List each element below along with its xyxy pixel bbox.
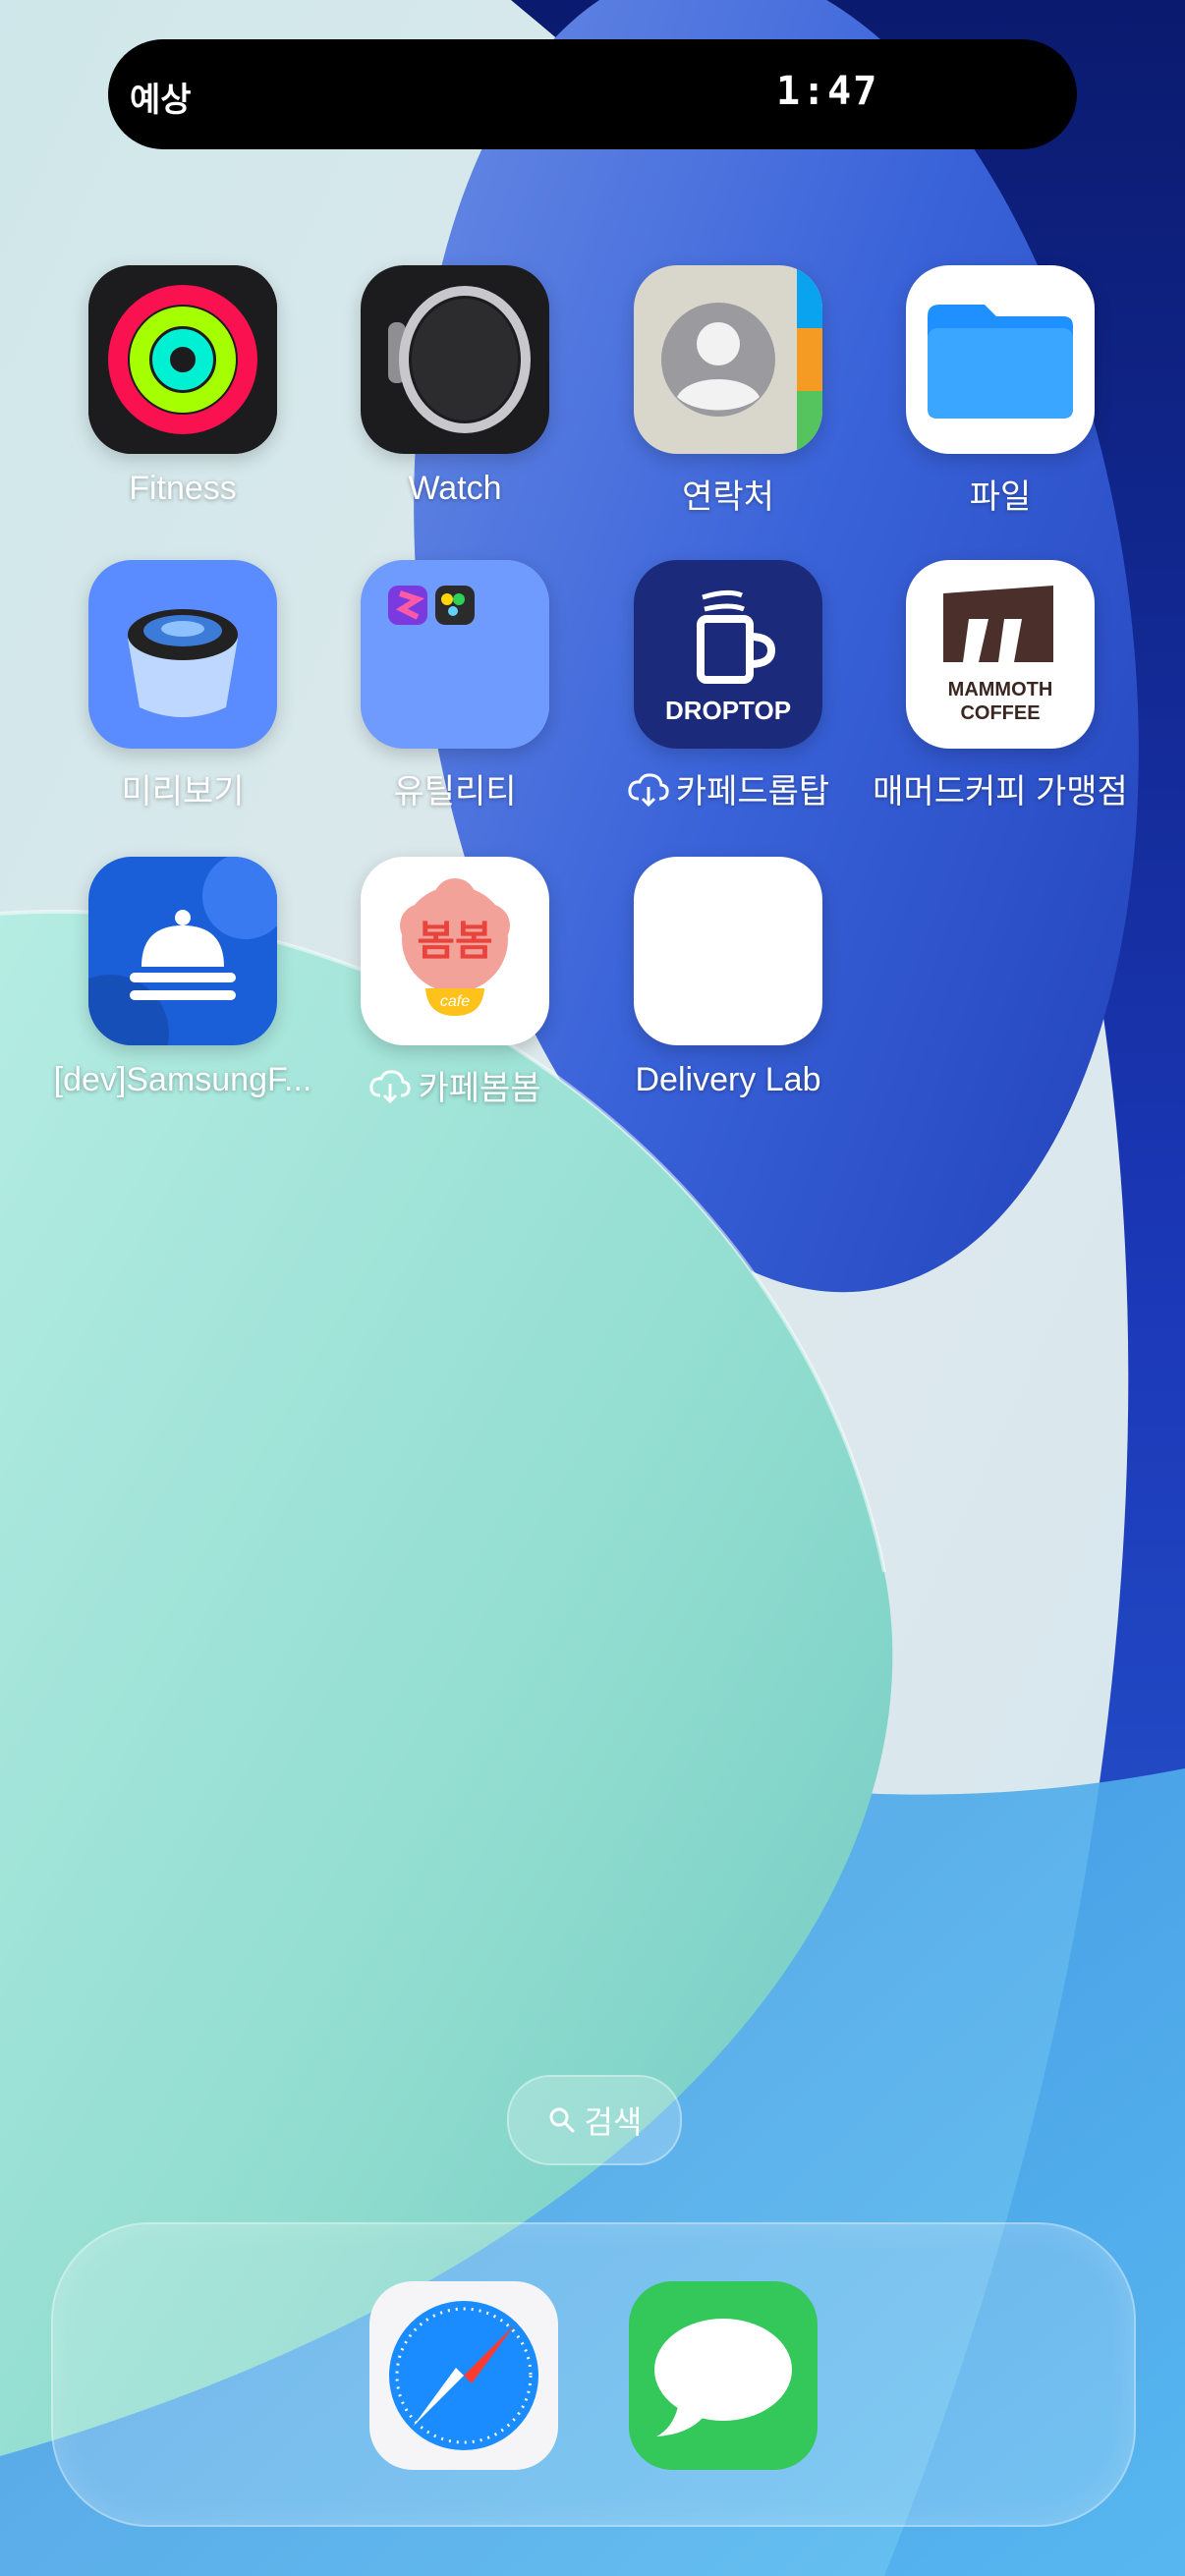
spotlight-search-button[interactable]: 검색 — [507, 2075, 682, 2165]
folder-icon — [906, 265, 1095, 454]
preview-loupe-icon — [88, 560, 277, 749]
app-label: Fitness — [129, 470, 237, 507]
app-label: Delivery Lab — [635, 1061, 821, 1098]
search-icon — [549, 2107, 575, 2133]
bombom-wordmark: 봄봄 — [417, 917, 492, 965]
app-label: 미리보기 — [121, 773, 245, 811]
app-preview[interactable]: 미리보기 — [55, 560, 310, 812]
search-label: 검색 — [584, 2104, 643, 2140]
app-label: 카페봄봄 — [418, 1070, 541, 1107]
droptop-cup-icon: DROPTOP — [634, 560, 822, 749]
app-label: Watch — [408, 470, 502, 507]
app-samsungf[interactable]: [dev]SamsungF... — [53, 857, 312, 1099]
mammoth-wordmark-2: COFFEE — [960, 702, 1040, 724]
app-utilities-folder[interactable]: 유틸리티 — [327, 560, 583, 812]
app-label: 매머드커피 가맹점 — [873, 773, 1128, 811]
safari-compass-icon — [369, 2281, 558, 2470]
status-bar: 예상 1:47 — [108, 39, 1077, 149]
app-bombom[interactable]: 봄봄 cafe 카페봄봄 — [327, 857, 583, 1109]
app-watch[interactable]: Watch — [327, 265, 583, 508]
apple-watch-icon — [361, 265, 549, 454]
app-fitness[interactable]: Fitness — [55, 265, 310, 508]
dock-app-safari[interactable] — [369, 2281, 558, 2470]
app-mammoth-coffee[interactable]: MAMMOTH COFFEE 매머드커피 가맹점 — [873, 560, 1128, 812]
app-label: 카페드롭탑 — [675, 773, 830, 811]
service-bell-icon — [88, 857, 277, 1045]
app-label: 파일 — [969, 478, 1032, 516]
activity-rings-icon — [88, 265, 277, 454]
bombom-cafe-icon: 봄봄 cafe — [361, 857, 549, 1045]
status-time: 1:47 — [776, 69, 879, 114]
app-contacts[interactable]: 연락처 — [600, 265, 856, 518]
droptop-wordmark: DROPTOP — [665, 696, 791, 725]
app-droptop[interactable]: DROPTOP 카페드롭탑 — [600, 560, 856, 812]
folder-group-icon — [361, 560, 549, 749]
dock-app-messages[interactable] — [629, 2281, 818, 2470]
status-left-text: 예상 — [130, 82, 192, 119]
app-delivery-lab[interactable]: Delivery Lab — [600, 857, 856, 1099]
app-files[interactable]: 파일 — [873, 265, 1128, 518]
mammoth-wordmark-1: MAMMOTH — [948, 679, 1053, 700]
dock — [51, 2222, 1136, 2527]
messages-bubble-icon — [629, 2281, 818, 2470]
cloud-download-icon — [627, 771, 670, 807]
blank-app-icon — [634, 857, 822, 1045]
cloud-download-icon — [368, 1068, 412, 1103]
app-label: 유틸리티 — [393, 773, 517, 811]
app-label: [dev]SamsungF... — [53, 1061, 312, 1098]
app-label: 연락처 — [682, 478, 774, 516]
contacts-icon — [634, 265, 822, 454]
bombom-cafe-text: cafe — [440, 993, 470, 1010]
mammoth-coffee-icon: MAMMOTH COFFEE — [906, 560, 1095, 749]
